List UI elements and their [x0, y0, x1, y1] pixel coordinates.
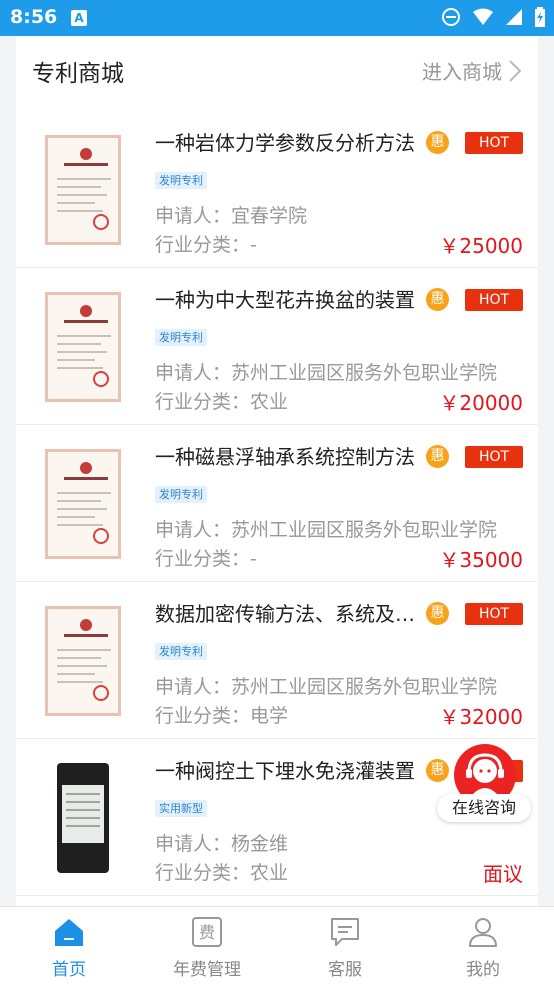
tab-customer-service[interactable]: 客服 — [276, 907, 414, 984]
category-text: 行业分类：- — [155, 234, 257, 256]
fee-icon: 费 — [192, 917, 222, 947]
certificate-image — [45, 292, 121, 402]
patent-list-item[interactable]: 一种磁悬浮轴承系统控制方法 惠 HOT 发明专利 申请人：苏州工业园区服务外包职… — [16, 425, 538, 582]
category-text: 行业分类：农业 — [155, 391, 289, 413]
patent-type-tag: 发明专利 — [155, 643, 207, 660]
category-text: 行业分类：电学 — [155, 705, 289, 727]
notification-app-icon: A — [71, 10, 87, 26]
battery-icon — [535, 6, 545, 27]
applicant-text: 申请人：杨金维 — [155, 833, 289, 855]
price-text: ￥20000 — [439, 391, 523, 415]
online-consult-label: 在线咨询 — [437, 794, 531, 822]
patent-type-tag: 发明专利 — [155, 486, 207, 503]
chevron-right-icon — [509, 59, 522, 82]
category-text: 行业分类：- — [155, 548, 257, 570]
patent-list-item[interactable]: 一种为中大型花卉换盆的装置 惠 HOT 发明专利 申请人：苏州工业园区服务外包职… — [16, 268, 538, 425]
tab-annual-fee-label: 年费管理 — [173, 960, 241, 980]
home-icon — [55, 919, 83, 946]
certificate-image — [45, 449, 121, 559]
status-icons — [435, 6, 546, 30]
price-text: ￥32000 — [439, 705, 523, 729]
hot-badge: HOT — [465, 603, 523, 625]
tab-annual-fee[interactable]: 费 年费管理 — [138, 907, 276, 984]
do-not-disturb-icon — [441, 7, 460, 26]
patent-thumbnail — [45, 449, 121, 559]
certificate-image — [45, 606, 121, 716]
tab-home-label: 首页 — [52, 960, 86, 980]
price-text: 面议 — [483, 862, 523, 886]
hot-badge: HOT — [465, 446, 523, 468]
enter-mall-link[interactable]: 进入商城 — [422, 56, 522, 85]
patent-list-item[interactable]: 一种岩体力学参数反分析方法 惠 HOT 发明专利 申请人：宜春学院 行业分类：-… — [16, 111, 538, 268]
applicant-text: 申请人：宜春学院 — [155, 205, 308, 227]
hot-badge: HOT — [465, 132, 523, 154]
price-text: ￥25000 — [439, 234, 523, 258]
patent-title: 数据加密传输方法、系统及装置 — [155, 602, 417, 626]
chat-icon — [331, 918, 359, 946]
discount-badge: 惠 — [426, 445, 449, 468]
patent-type-tag: 发明专利 — [155, 329, 207, 346]
bottom-tab-bar: 首页 费 年费管理 客服 我的 — [0, 906, 554, 984]
applicant-text: 申请人：苏州工业园区服务外包职业学院 — [155, 362, 498, 384]
applicant-text: 申请人：苏州工业园区服务外包职业学院 — [155, 519, 498, 541]
hot-badge: HOT — [465, 289, 523, 311]
user-icon — [469, 918, 497, 947]
patent-title: 一种为中大型花卉换盆的装置 — [155, 288, 415, 312]
enter-mall-label: 进入商城 — [422, 60, 502, 84]
tab-home[interactable]: 首页 — [0, 907, 138, 984]
tab-mine-label: 我的 — [466, 960, 500, 980]
svg-text:费: 费 — [199, 923, 215, 942]
phone-photo-image — [57, 763, 109, 873]
patent-title: 一种磁悬浮轴承系统控制方法 — [155, 445, 415, 469]
patent-title: 一种岩体力学参数反分析方法 — [155, 131, 415, 155]
patent-list-item[interactable]: 数据加密传输方法、系统及装置 惠 HOT 发明专利 申请人：苏州工业园区服务外包… — [16, 582, 538, 739]
patent-type-tag: 实用新型 — [155, 800, 207, 817]
patent-thumbnail — [45, 292, 121, 402]
online-consult-button[interactable]: 在线咨询 — [437, 744, 531, 822]
discount-badge: 惠 — [426, 131, 449, 154]
wifi-icon — [472, 8, 493, 25]
discount-badge: 惠 — [426, 602, 449, 625]
discount-badge: 惠 — [426, 288, 449, 311]
signal-icon — [505, 8, 522, 25]
applicant-text: 申请人：苏州工业园区服务外包职业学院 — [155, 676, 498, 698]
patent-title: 一种阀控土下埋水免浇灌装置 — [155, 759, 415, 783]
patent-thumbnail — [45, 606, 121, 716]
certificate-image — [45, 135, 121, 245]
status-time: 8:56 — [10, 6, 58, 28]
tab-customer-service-label: 客服 — [328, 960, 362, 980]
section-title: 专利商城 — [32, 61, 124, 87]
patent-type-tag: 发明专利 — [155, 172, 207, 189]
patent-thumbnail — [45, 135, 121, 245]
tab-mine[interactable]: 我的 — [414, 907, 552, 984]
patent-thumbnail — [45, 763, 121, 873]
price-text: ￥35000 — [439, 548, 523, 572]
status-bar: 8:56 A — [0, 0, 554, 36]
category-text: 行业分类：农业 — [155, 862, 289, 884]
